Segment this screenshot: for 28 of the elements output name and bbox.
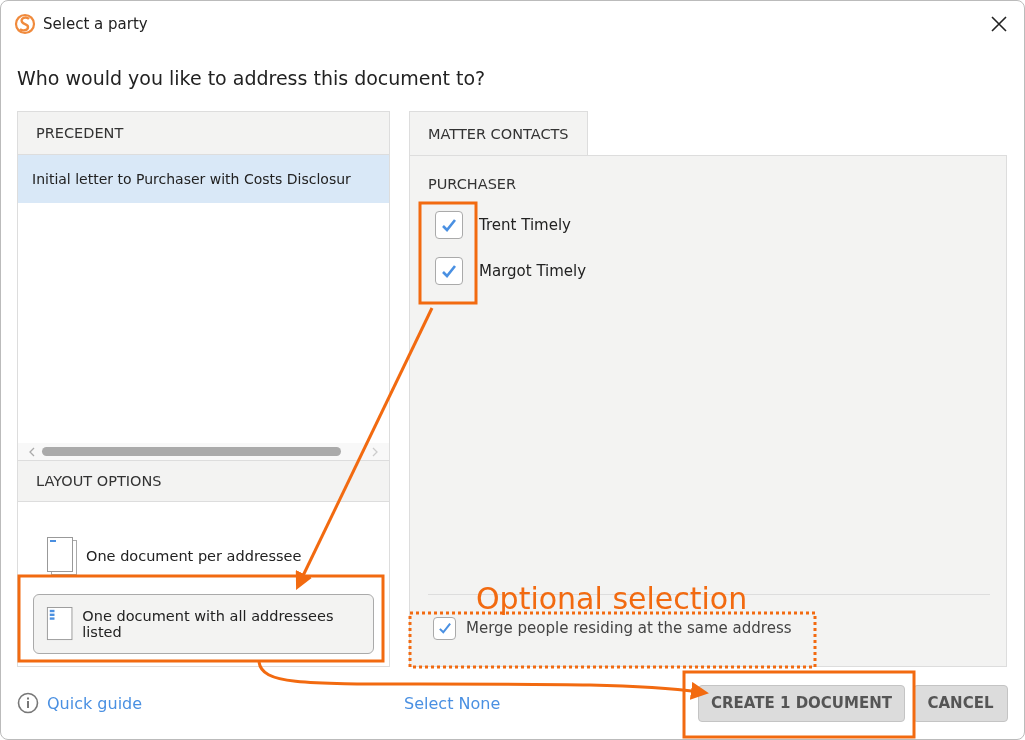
info-icon (17, 692, 39, 714)
stacked-pages-icon (46, 536, 78, 576)
precedent-header: PRECEDENT (18, 112, 389, 155)
checkbox[interactable] (435, 211, 463, 239)
checkbox[interactable] (433, 616, 456, 640)
cancel-button[interactable]: CANCEL (913, 684, 1008, 722)
layout-option[interactable]: One document per addressee (33, 526, 374, 586)
tab[interactable]: MATTER CONTACTS (409, 111, 588, 155)
layout-options-header: LAYOUT OPTIONS (18, 460, 389, 502)
horizontal-scrollbar[interactable] (18, 443, 389, 460)
check-icon (437, 622, 452, 634)
checkbox-label: Merge people residing at the same address (466, 619, 792, 637)
dialog-heading: Who would you like to address this document to? (16, 66, 487, 91)
close-icon[interactable] (991, 16, 1007, 32)
check-icon (441, 264, 457, 278)
contact-name: Trent Timely (479, 216, 571, 234)
group-heading: PURCHASER (428, 176, 518, 192)
document-icon (46, 605, 75, 643)
create-button[interactable]: CREATE 1 DOCUMENT (698, 684, 905, 722)
scroll-left-icon[interactable] (28, 446, 36, 457)
logo-icon (14, 13, 36, 35)
annotation-label: Optional selection (476, 582, 748, 615)
contact-name: Margot Timely (479, 262, 587, 280)
checkbox[interactable] (435, 257, 463, 285)
check-icon (441, 218, 457, 232)
layout-option[interactable]: One document with all addressees listed (33, 594, 374, 654)
precedent-item[interactable]: Initial letter to Purchaser with Costs Disclosur (18, 155, 389, 203)
window-title: Select a party (43, 15, 148, 33)
